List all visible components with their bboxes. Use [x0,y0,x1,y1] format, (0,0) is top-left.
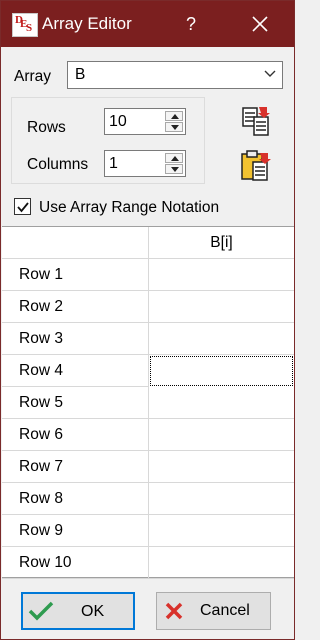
close-button[interactable] [242,10,278,38]
row-header: Row 10 [2,547,149,579]
table-row: Row 4 [2,355,294,387]
value-cell[interactable] [149,387,294,419]
table-row: Row 9 [2,515,294,547]
title-bar[interactable]: D E S Array Editor ? [1,1,294,47]
row-header: Row 4 [2,355,149,387]
rows-stepper[interactable]: 10 [104,108,186,135]
columns-increment-button[interactable] [165,153,183,163]
close-icon [165,602,183,620]
rows-label: Rows [27,119,66,136]
table-row: Row 5 [2,387,294,419]
row-header: Row 1 [2,259,149,291]
row-header: Row 9 [2,515,149,547]
value-cell[interactable] [149,323,294,355]
row-header: Row 8 [2,483,149,515]
row-header: Row 3 [2,323,149,355]
checkmark-icon [17,202,29,213]
grid-header-row: B[i] [2,227,294,259]
table-row: Row 2 [2,291,294,323]
triangle-down-icon [171,167,179,172]
table-row: Row 10 [2,547,294,579]
range-notation-label[interactable]: Use Array Range Notation [39,199,219,217]
table-row: Row 3 [2,323,294,355]
cancel-label: Cancel [200,602,250,619]
array-label: Array [14,68,52,85]
table-row: Row 7 [2,451,294,483]
columns-value: 1 [109,155,118,172]
help-button[interactable]: ? [173,11,209,37]
triangle-down-icon [171,125,179,130]
paste-array-button[interactable] [239,149,273,183]
columns-label: Columns [27,156,89,173]
rows-value: 10 [109,113,127,130]
checkmark-icon [28,601,54,621]
rows-decrement-button[interactable] [165,122,183,132]
array-select[interactable]: B [67,61,283,89]
value-cell[interactable] [149,483,294,515]
value-cell[interactable] [149,291,294,323]
grid-corner-cell [2,227,149,259]
row-header: Row 6 [2,419,149,451]
table-row: Row 1 [2,259,294,291]
array-grid: B[i] Row 1 Row 2 Row 3 Row 4 Row 5 Row 6… [2,226,294,579]
copy-table-icon [242,107,270,136]
copy-array-button[interactable] [239,104,273,138]
table-row: Row 6 [2,419,294,451]
app-logo-icon: D E S [12,13,38,37]
rows-increment-button[interactable] [165,111,183,121]
close-icon [252,16,268,32]
value-cell[interactable] [149,259,294,291]
row-header: Row 2 [2,291,149,323]
cancel-button[interactable]: Cancel [156,592,271,630]
row-header: Row 7 [2,451,149,483]
column-header: B[i] [149,227,294,259]
array-select-value: B [75,66,86,83]
paste-clipboard-icon [241,150,271,181]
value-cell[interactable] [149,451,294,483]
range-notation-checkbox[interactable] [14,198,31,215]
value-cell[interactable] [149,547,294,579]
chevron-down-icon [264,70,276,77]
value-cell[interactable] [149,419,294,451]
table-row: Row 8 [2,483,294,515]
row-header: Row 5 [2,387,149,419]
triangle-up-icon [171,114,179,119]
window-title: Array Editor [42,14,132,33]
triangle-up-icon [171,156,179,161]
columns-decrement-button[interactable] [165,164,183,174]
array-editor-dialog: D E S Array Editor ? Array B Rows 10 Col… [0,0,295,640]
ok-label: OK [81,603,105,620]
value-cell-focused[interactable] [150,356,293,386]
columns-stepper[interactable]: 1 [104,150,186,177]
value-cell[interactable] [149,515,294,547]
ok-button[interactable]: OK [21,592,135,630]
